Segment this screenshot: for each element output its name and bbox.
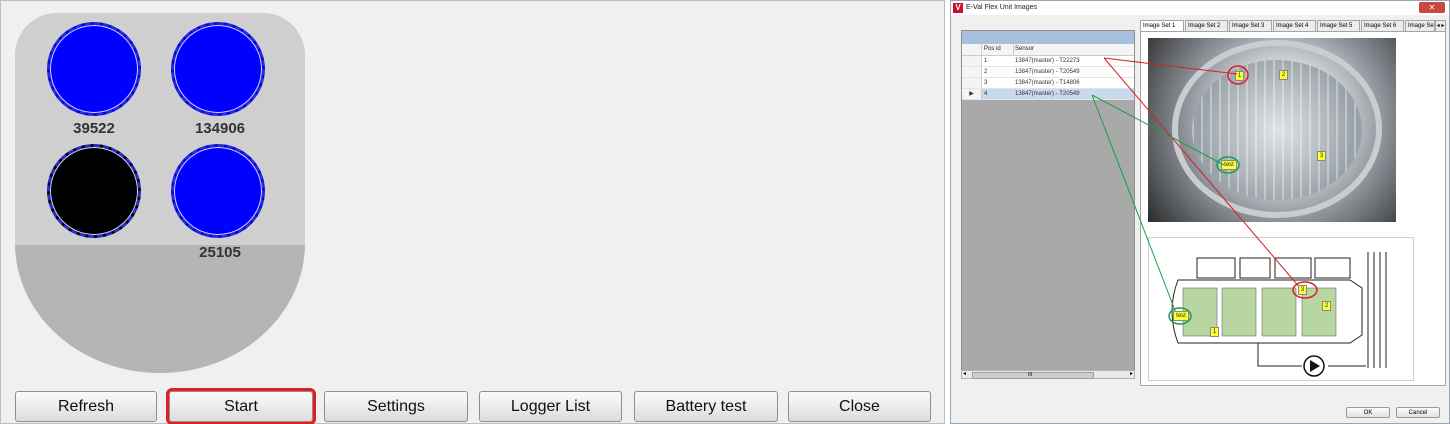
sensor-slot[interactable] [47,22,141,116]
photo-marker[interactable]: 3 [1317,151,1326,161]
current-row-arrow-icon[interactable]: ▶ [962,89,982,99]
sensor-layout-panel: 39522 134906 25105 Refresh Start Setting… [0,0,945,424]
chamber-interior [1192,60,1362,200]
sensor-slot[interactable] [47,144,141,238]
photo-marker[interactable]: test [1221,160,1237,170]
sensor-label: 25105 [199,244,241,261]
row-header[interactable] [962,56,982,66]
table-row[interactable]: 1 13847(master) - T22273 [962,56,1134,67]
window-title: E-Val Flex Unit Images [966,4,1038,11]
column-header-sensor[interactable]: Sensor [1015,46,1034,52]
pos-id-cell: 2 [984,69,988,75]
sensor-label: 39522 [73,120,115,137]
grid-caption-bar [962,31,1134,44]
battery-test-button[interactable]: Battery test [634,391,778,422]
diagram-marker[interactable]: 3 [1298,285,1307,295]
sensor-cell: 13847(master) - T14806 [1015,80,1080,86]
window-close-icon[interactable]: ✕ [1419,2,1445,13]
ok-button[interactable]: OK [1346,407,1390,418]
grid-header: Pos id Sensor [962,44,1134,56]
scroll-grip: III [1028,372,1033,378]
scroll-left-icon[interactable]: ◂ [963,371,966,378]
row-header-corner [962,44,982,55]
diagram-marker[interactable]: test [1173,311,1189,321]
pos-id-cell: 4 [984,91,988,97]
close-button[interactable]: Close [788,391,931,422]
sensor-label: 134906 [194,120,246,137]
diagram-marker[interactable]: 2 [1322,301,1331,311]
settings-button[interactable]: Settings [324,391,468,422]
pos-id-cell: 3 [984,80,988,86]
photo-marker[interactable]: 2 [1279,70,1288,80]
sensor-grid: Pos id Sensor 1 13847(master) - T22273 2… [961,30,1135,378]
diagram-marker[interactable]: 1 [1210,327,1219,337]
lid-lower-section [15,245,305,373]
app-logo-icon: V [953,3,963,13]
sensor-slot[interactable] [171,22,265,116]
cancel-button[interactable]: Cancel [1396,407,1440,418]
scroll-right-icon[interactable]: ▸ [1130,371,1133,378]
pos-id-cell: 1 [984,58,988,64]
column-divider [1013,44,1014,55]
sensor-cell: 13847(master) - T20549 [1015,69,1080,75]
refresh-button[interactable]: Refresh [15,391,157,422]
table-row[interactable]: 3 13847(master) - T14806 [962,78,1134,89]
sensor-slot[interactable] [171,144,265,238]
photo-marker[interactable]: 1 [1235,71,1244,81]
row-header[interactable] [962,78,982,88]
table-row[interactable]: 2 13847(master) - T20549 [962,67,1134,78]
scroll-thumb[interactable]: III [972,372,1094,379]
table-row-selected[interactable]: ▶ 4 13847(master) - T20549 [962,89,1134,100]
start-button[interactable]: Start [166,388,316,424]
sensor-cell: 13847(master) - T22273 [1015,58,1080,64]
sensor-cell: 13847(master) - T20549 [1015,91,1080,97]
logger-list-button[interactable]: Logger List [479,391,622,422]
loading-diagram [1148,237,1414,381]
title-bar: V E-Val Flex Unit Images ✕ [951,1,1449,15]
grid-horizontal-scrollbar[interactable]: ◂ III ▸ [961,370,1135,379]
column-header-pos-id[interactable]: Pos id [984,46,1001,52]
row-header[interactable] [962,67,982,77]
